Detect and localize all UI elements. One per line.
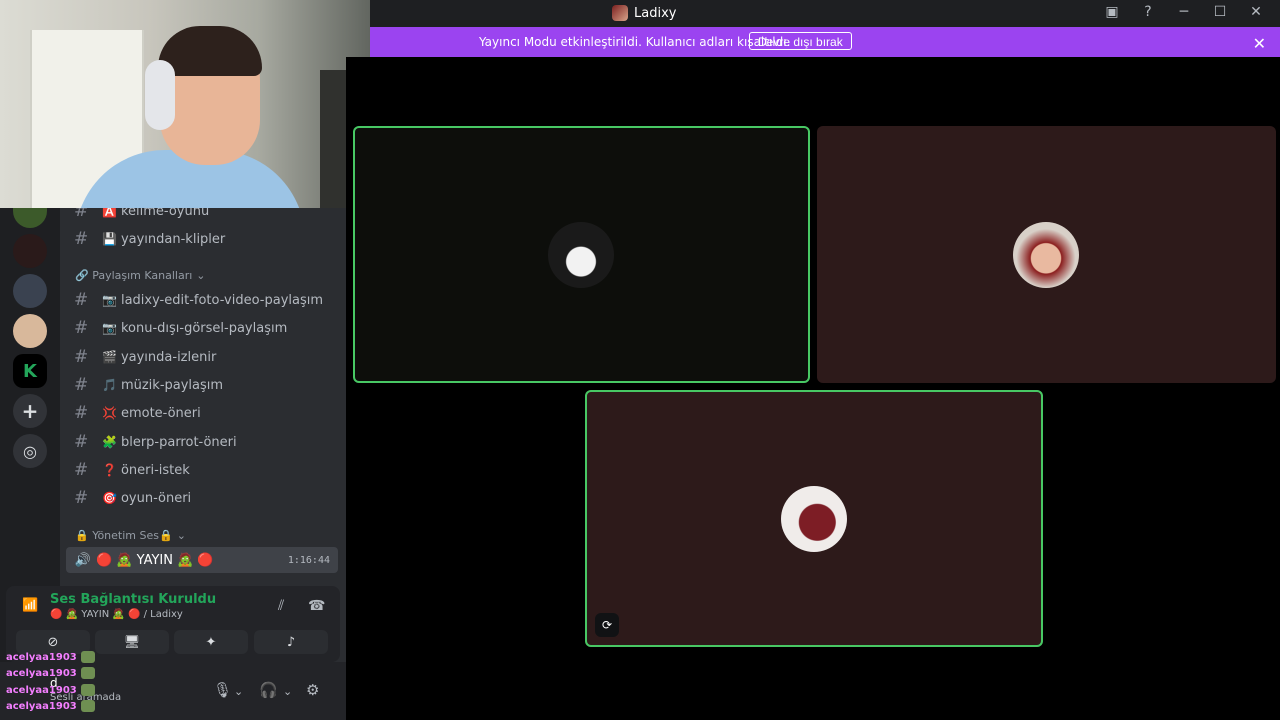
text-channel-icon: #: [74, 208, 89, 221]
server-icon[interactable]: [13, 314, 47, 348]
participant-avatar: [548, 222, 614, 288]
channel-name: kelime-oyunu: [120, 208, 210, 219]
help-icon[interactable]: ?: [1140, 4, 1156, 20]
chat-overlay-line: acelyaa1903: [6, 651, 95, 663]
inbox-icon[interactable]: ▣: [1104, 4, 1120, 20]
text-channel-icon: #: [74, 347, 89, 367]
participant-tile[interactable]: [353, 126, 810, 383]
voice-channel-active[interactable]: 🔊 🔴 🧟 YAYIN 🧟 🔴 1:16:44: [66, 547, 338, 573]
channel-name: yayından-klipler: [120, 231, 226, 247]
minimize-icon[interactable]: ─: [1176, 4, 1192, 20]
channel-item[interactable]: # 🅰️ kelime-oyunu: [74, 208, 209, 224]
voice-call-stage: ⟳: [346, 57, 1280, 720]
text-channel-icon: #: [74, 432, 89, 452]
window-controls: ▣ ? ─ ☐ ✕: [1104, 4, 1264, 20]
channel-item[interactable]: # 🎯 oyun-öneri: [74, 485, 191, 511]
chat-overlay-line: acelyaa1903: [6, 667, 95, 679]
category-admin[interactable]: 🔒 Yönetim Ses🔒 ⌄: [75, 529, 186, 542]
channel-name: öneri-istek: [120, 462, 190, 478]
speaker-icon: 🔊: [74, 552, 92, 568]
participant-avatar: [1013, 222, 1079, 288]
banner-close-icon[interactable]: ✕: [1253, 34, 1266, 53]
frog-emote-icon: [80, 700, 95, 712]
voice-status[interactable]: Ses Bağlantısı Kuruldu: [50, 592, 216, 607]
microphone-icon[interactable]: 🎙: [213, 681, 232, 699]
server-icon[interactable]: [13, 274, 47, 308]
voice-duration: 1:16:44: [287, 554, 330, 566]
screen-share-button[interactable]: 🖥: [95, 630, 169, 654]
text-channel-icon: #: [74, 290, 89, 310]
text-channel-icon: #: [74, 460, 89, 480]
window-title: Ladixy: [612, 5, 676, 21]
text-channel-icon: #: [74, 229, 89, 249]
text-channel-icon: #: [74, 488, 89, 508]
channel-name: blerp-parrot-öneri: [120, 434, 237, 450]
chat-overlay-line: acelyaa1903: [6, 700, 95, 712]
chevron-down-icon: ⌄: [196, 269, 206, 282]
disconnect-icon[interactable]: ☎: [308, 598, 325, 614]
activities-button[interactable]: ✦: [174, 630, 248, 654]
channel-name: oyun-öneri: [120, 490, 192, 506]
text-channel-icon: #: [74, 375, 89, 395]
chevron-down-icon[interactable]: ⌄: [234, 685, 243, 698]
kick-server-icon[interactable]: K: [13, 354, 47, 388]
channel-item[interactable]: # 📷 ladixy-edit-foto-video-paylaşım: [74, 287, 323, 313]
channel-name: ladixy-edit-foto-video-paylaşım: [120, 292, 324, 308]
channel-item[interactable]: # 📷 konu-dışı-görsel-paylaşım: [74, 315, 287, 341]
voice-channel-path[interactable]: 🔴 🧟 YAYIN 🧟 🔴 / Ladixy: [50, 609, 183, 620]
chat-overlay-line: acelyaa1903: [6, 684, 95, 696]
channel-item[interactable]: # 💢 emote-öneri: [74, 400, 201, 426]
channel-item[interactable]: # 🎬 yayında-izlenir: [74, 344, 216, 370]
tile-options-icon[interactable]: ⟳: [595, 613, 619, 637]
window-title-text: Ladixy: [634, 5, 677, 21]
channel-item[interactable]: # 🧩 blerp-parrot-öneri: [74, 429, 237, 455]
channel-name: yayında-izlenir: [120, 349, 217, 365]
frog-emote-icon: [80, 651, 95, 663]
channel-item[interactable]: # 🎵 müzik-paylaşım: [74, 372, 223, 398]
banner-message: Yayıncı Modu etkinleştirildi. Kullanıcı …: [479, 35, 791, 49]
text-channel-icon: #: [74, 318, 89, 338]
server-icon[interactable]: [13, 234, 47, 268]
maximize-icon[interactable]: ☐: [1212, 4, 1228, 20]
explore-servers-icon[interactable]: ◎: [13, 434, 47, 468]
participant-tile[interactable]: [817, 126, 1276, 383]
chevron-down-icon[interactable]: ⌄: [283, 685, 292, 698]
channel-name: emote-öneri: [120, 405, 201, 421]
frog-emote-icon: [80, 667, 95, 679]
disable-streamer-mode-button[interactable]: Devre dışı bırak: [749, 32, 852, 50]
voice-channel-name: 🔴 🧟 YAYIN 🧟 🔴: [96, 552, 214, 568]
channel-name: konu-dışı-görsel-paylaşım: [120, 320, 288, 336]
channel-name: müzik-paylaşım: [120, 377, 224, 393]
webcam-overlay: [0, 0, 370, 208]
participant-tile[interactable]: ⟳: [585, 390, 1043, 647]
soundboard-button[interactable]: ♪: [254, 630, 328, 654]
channel-avatar-icon: [612, 5, 628, 21]
channel-item[interactable]: # ❓ öneri-istek: [74, 457, 190, 483]
streamer-mode-banner: Yayıncı Modu etkinleştirildi. Kullanıcı …: [370, 27, 1280, 57]
webcam-headphones: [145, 60, 175, 130]
signal-icon[interactable]: 📶: [22, 598, 38, 613]
chevron-down-icon: ⌄: [176, 529, 186, 542]
server-icon[interactable]: [13, 208, 47, 228]
text-channel-icon: #: [74, 403, 89, 423]
participant-avatar: [781, 486, 847, 552]
channel-item[interactable]: # 💾 yayından-klipler: [74, 226, 225, 252]
add-server-icon[interactable]: +: [13, 394, 47, 428]
frog-emote-icon: [80, 684, 95, 696]
settings-gear-icon[interactable]: ⚙: [306, 681, 319, 699]
headphones-icon[interactable]: 🎧: [259, 681, 278, 699]
close-icon[interactable]: ✕: [1248, 4, 1264, 20]
category-share[interactable]: 🔗 Paylaşım Kanalları ⌄: [75, 269, 206, 282]
noise-suppression-icon[interactable]: ⫽: [278, 598, 284, 614]
